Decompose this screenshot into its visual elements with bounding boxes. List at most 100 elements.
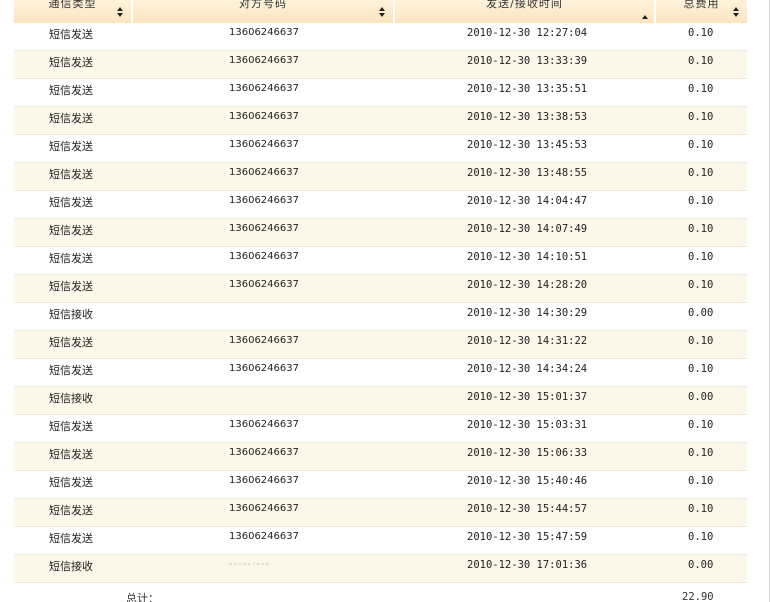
row-number: 13606246637: [229, 335, 299, 346]
call-records-table: 通信类型 对方号码 发送/接收时间 总费用 短信发送 13606246637 2…: [14, 0, 747, 583]
header-fee[interactable]: 总费用: [656, 0, 747, 23]
sort-ascending-icon[interactable]: [642, 15, 648, 19]
row-time: 2010-12-30 15:47:59: [467, 531, 588, 543]
row-fee: 0.00: [688, 391, 714, 403]
row-number: 13606246637: [229, 111, 299, 122]
row-time: 2010-12-30 14:10:51: [467, 251, 588, 263]
row-number: 13606246637: [229, 531, 299, 542]
row-number: 13606246637: [229, 363, 299, 374]
row-number: 13606246637: [229, 419, 299, 430]
window-edge: [769, 0, 770, 602]
header-number-label: 对方号码: [239, 0, 287, 10]
row-type: 短信发送: [49, 420, 93, 433]
table-row: 短信发送 13606246637 2010-12-30 13:35:51 0.1…: [14, 79, 747, 107]
table-row: 短信发送 13606246637 2010-12-30 15:47:59 0.1…: [14, 527, 747, 555]
row-number: 13606246637: [229, 27, 299, 38]
table-row: 短信发送 13606246637 2010-12-30 15:40:46 0.1…: [14, 471, 747, 499]
row-time: 2010-12-30 13:38:53: [467, 111, 588, 123]
row-type: 短信发送: [49, 476, 93, 489]
sort-icon[interactable]: [733, 7, 740, 18]
row-fee: 0.10: [688, 251, 714, 263]
row-number: 13606246637: [229, 139, 299, 150]
row-type: 短信发送: [49, 224, 93, 237]
row-time: 2010-12-30 14:04:47: [467, 195, 588, 207]
row-type: 短信发送: [49, 84, 93, 97]
row-type: 短信发送: [49, 56, 93, 69]
header-type[interactable]: 通信类型: [14, 0, 131, 23]
table-row: 短信发送 13606246637 2010-12-30 15:06:33 0.1…: [14, 443, 747, 471]
row-type: 短信发送: [49, 280, 93, 293]
row-type: 短信发送: [49, 168, 93, 181]
row-time: 2010-12-30 14:28:20: [467, 279, 588, 291]
table-row: 短信发送 13606246637 2010-12-30 14:10:51 0.1…: [14, 247, 747, 275]
row-type: 短信发送: [49, 448, 93, 461]
row-fee: 0.10: [688, 279, 714, 291]
sort-icon[interactable]: [117, 7, 124, 18]
row-time: 2010-12-30 13:33:39: [467, 55, 588, 67]
row-fee: 0.10: [688, 419, 714, 431]
row-fee: 0.10: [688, 475, 714, 487]
table-row: 短信发送 13606246637 2010-12-30 13:45:53 0.1…: [14, 135, 747, 163]
row-fee: 0.10: [688, 195, 714, 207]
table-row: 短信发送 13606246637 2010-12-30 12:27:04 0.1…: [14, 23, 747, 51]
row-fee: 0.10: [688, 531, 714, 543]
row-type: 短信接收: [49, 308, 93, 321]
row-time: 2010-12-30 13:48:55: [467, 167, 588, 179]
table-row: 短信接收 -----·--- 2010-12-30 17:01:36 0.00: [14, 555, 747, 583]
row-fee: 0.10: [688, 503, 714, 515]
row-number: 13606246637: [229, 475, 299, 486]
header-time[interactable]: 发送/接收时间: [395, 0, 654, 23]
table-row: 短信发送 13606246637 2010-12-30 14:28:20 0.1…: [14, 275, 747, 303]
row-fee: 0.10: [688, 55, 714, 67]
table-row: 短信发送 13606246637 2010-12-30 13:48:55 0.1…: [14, 163, 747, 191]
row-type: 短信发送: [49, 504, 93, 517]
row-type: 短信发送: [49, 364, 93, 377]
row-fee: 0.10: [688, 363, 714, 375]
row-fee: 0.00: [688, 307, 714, 319]
total-value: 22.90: [682, 591, 714, 602]
table-row: 短信发送 13606246637 2010-12-30 14:04:47 0.1…: [14, 191, 747, 219]
row-time: 2010-12-30 12:27:04: [467, 27, 588, 39]
row-type: 短信发送: [49, 112, 93, 125]
table-row: 短信发送 13606246637 2010-12-30 14:07:49 0.1…: [14, 219, 747, 247]
row-time: 2010-12-30 15:06:33: [467, 447, 588, 459]
row-type: 短信接收: [49, 392, 93, 405]
row-number: 13606246637: [229, 503, 299, 514]
row-type: 短信发送: [49, 252, 93, 265]
table-row: 短信发送 13606246637 2010-12-30 13:38:53 0.1…: [14, 107, 747, 135]
row-type: 短信发送: [49, 532, 93, 545]
row-type: 短信发送: [49, 28, 93, 41]
row-time: 2010-12-30 13:35:51: [467, 83, 588, 95]
row-time: 2010-12-30 15:44:57: [467, 503, 588, 515]
row-fee: 0.10: [688, 111, 714, 123]
table-row: 短信发送 13606246637 2010-12-30 15:44:57 0.1…: [14, 499, 747, 527]
row-type: 短信发送: [49, 196, 93, 209]
row-time: 2010-12-30 14:34:24: [467, 363, 588, 375]
sort-icon[interactable]: [379, 7, 386, 18]
row-time: 2010-12-30 14:07:49: [467, 223, 588, 235]
row-number: 13606246637: [229, 167, 299, 178]
table-row: 短信接收 2010-12-30 15:01:37 0.00: [14, 387, 747, 415]
row-type: 短信接收: [49, 560, 93, 573]
row-time: 2010-12-30 13:45:53: [467, 139, 588, 151]
table-header: 通信类型 对方号码 发送/接收时间 总费用: [14, 0, 747, 23]
row-time: 2010-12-30 17:01:36: [467, 559, 588, 571]
row-number: 13606246637: [229, 447, 299, 458]
row-fee: 0.10: [688, 83, 714, 95]
row-time: 2010-12-30 15:40:46: [467, 475, 588, 487]
header-number[interactable]: 对方号码: [133, 0, 393, 23]
table-row: 短信发送 13606246637 2010-12-30 14:34:24 0.1…: [14, 359, 747, 387]
header-type-label: 通信类型: [48, 0, 97, 10]
row-number: -----·---: [229, 559, 271, 570]
table-row: 短信发送 13606246637 2010-12-30 15:03:31 0.1…: [14, 415, 747, 443]
table-row: 短信发送 13606246637 2010-12-30 14:31:22 0.1…: [14, 331, 747, 359]
row-time: 2010-12-30 14:30:29: [467, 307, 588, 319]
row-fee: 0.10: [688, 335, 714, 347]
row-time: 2010-12-30 15:03:31: [467, 419, 588, 431]
total-row: 总计： 22.90: [0, 585, 771, 602]
row-fee: 0.10: [688, 139, 714, 151]
row-fee: 0.10: [688, 223, 714, 235]
table-row: 短信接收 2010-12-30 14:30:29 0.00: [14, 303, 747, 331]
row-number: 13606246637: [229, 195, 299, 206]
row-number: 13606246637: [229, 223, 299, 234]
